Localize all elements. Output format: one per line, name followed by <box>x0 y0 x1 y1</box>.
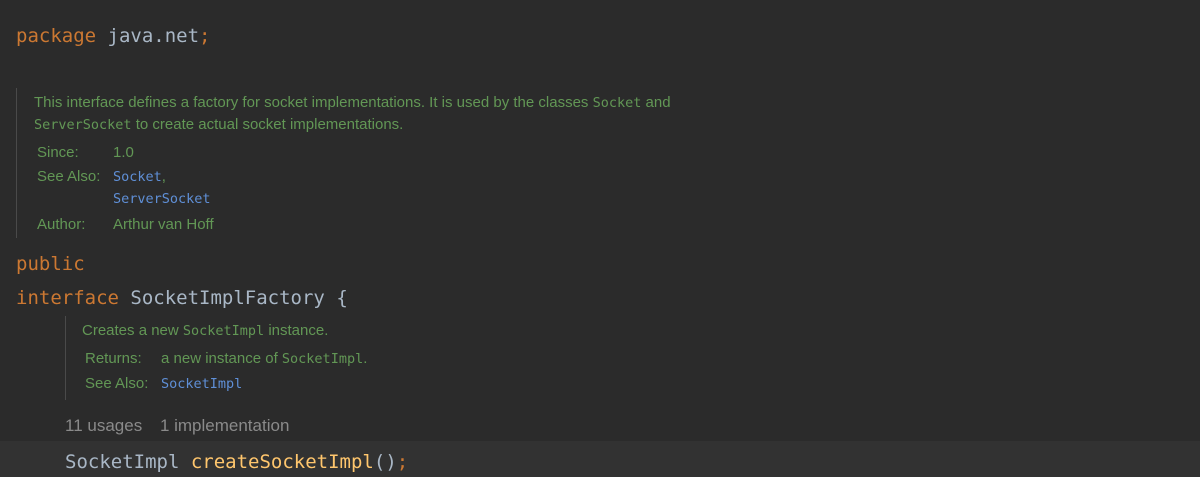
semicolon: ; <box>396 451 409 473</box>
returns-period: . <box>363 350 368 367</box>
author-label: Author: <box>37 216 86 233</box>
code-editor[interactable]: package java.net; This interface defines… <box>0 0 1200 477</box>
see-also-tag: See Also: Socket, ServerSocket <box>37 166 834 210</box>
package-name[interactable]: java.net <box>108 25 200 47</box>
interface-declaration[interactable]: interface SocketImplFactory { <box>16 286 348 310</box>
returns-tag: Returns: a new instance of SocketImpl. <box>85 348 582 370</box>
doc-text: to create actual socket implementations. <box>131 116 404 133</box>
author-tag: Author: Arthur van Hoff <box>37 214 834 236</box>
usages-hint[interactable]: 11 usages <box>65 416 142 435</box>
method-javadoc-description: Creates a new SocketImpl instance. <box>82 320 582 342</box>
author-value: Arthur van Hoff <box>113 216 214 233</box>
method-see-also-tag: See Also: SocketImpl <box>85 373 582 395</box>
doc-text: instance. <box>264 322 329 339</box>
package-declaration[interactable]: package java.net; <box>16 24 211 48</box>
return-type[interactable]: SocketImpl <box>65 451 179 473</box>
implementations-hint[interactable]: 1 implementation <box>160 416 289 435</box>
link-socketimpl[interactable]: SocketImpl <box>161 373 242 395</box>
public-keyword: public <box>16 253 85 275</box>
returns-code: SocketImpl <box>281 351 364 367</box>
doc-code-socketimpl: SocketImpl <box>182 323 265 339</box>
doc-text: Creates a new <box>82 322 183 339</box>
interface-name[interactable]: SocketImplFactory <box>130 287 324 309</box>
see-also-label: See Also: <box>37 168 101 185</box>
returns-label: Returns: <box>85 350 142 367</box>
method-javadoc: Creates a new SocketImpl instance. Retur… <box>65 316 582 400</box>
package-keyword: package <box>16 25 97 47</box>
doc-text: This interface defines a factory for soc… <box>34 94 593 111</box>
class-javadoc: This interface defines a factory for soc… <box>16 88 834 238</box>
interface-keyword: interface <box>16 287 119 309</box>
doc-code-serversocket: ServerSocket <box>34 117 132 133</box>
since-tag: Since: 1.0 <box>37 142 834 164</box>
modifier-line[interactable]: public <box>16 252 85 276</box>
since-value: 1.0 <box>113 144 134 161</box>
doc-text: and <box>641 94 671 111</box>
class-javadoc-description: This interface defines a factory for soc… <box>34 92 834 114</box>
method-name[interactable]: createSocketImpl <box>191 451 374 473</box>
since-label: Since: <box>37 144 79 161</box>
comma: , <box>161 168 166 185</box>
class-javadoc-description-cont: ServerSocket to create actual socket imp… <box>34 114 834 136</box>
link-socket[interactable]: Socket <box>113 169 162 185</box>
returns-text: a new instance of <box>161 350 282 367</box>
semicolon: ; <box>199 25 211 47</box>
doc-code-socket: Socket <box>592 95 642 111</box>
see-also-label: See Also: <box>85 375 149 392</box>
link-serversocket[interactable]: ServerSocket <box>113 191 211 207</box>
inlay-hints: 11 usages 1 implementation <box>65 416 289 436</box>
method-declaration[interactable]: SocketImpl createSocketImpl(); <box>65 450 408 474</box>
parentheses: () <box>373 451 397 473</box>
open-brace: { <box>336 287 348 309</box>
